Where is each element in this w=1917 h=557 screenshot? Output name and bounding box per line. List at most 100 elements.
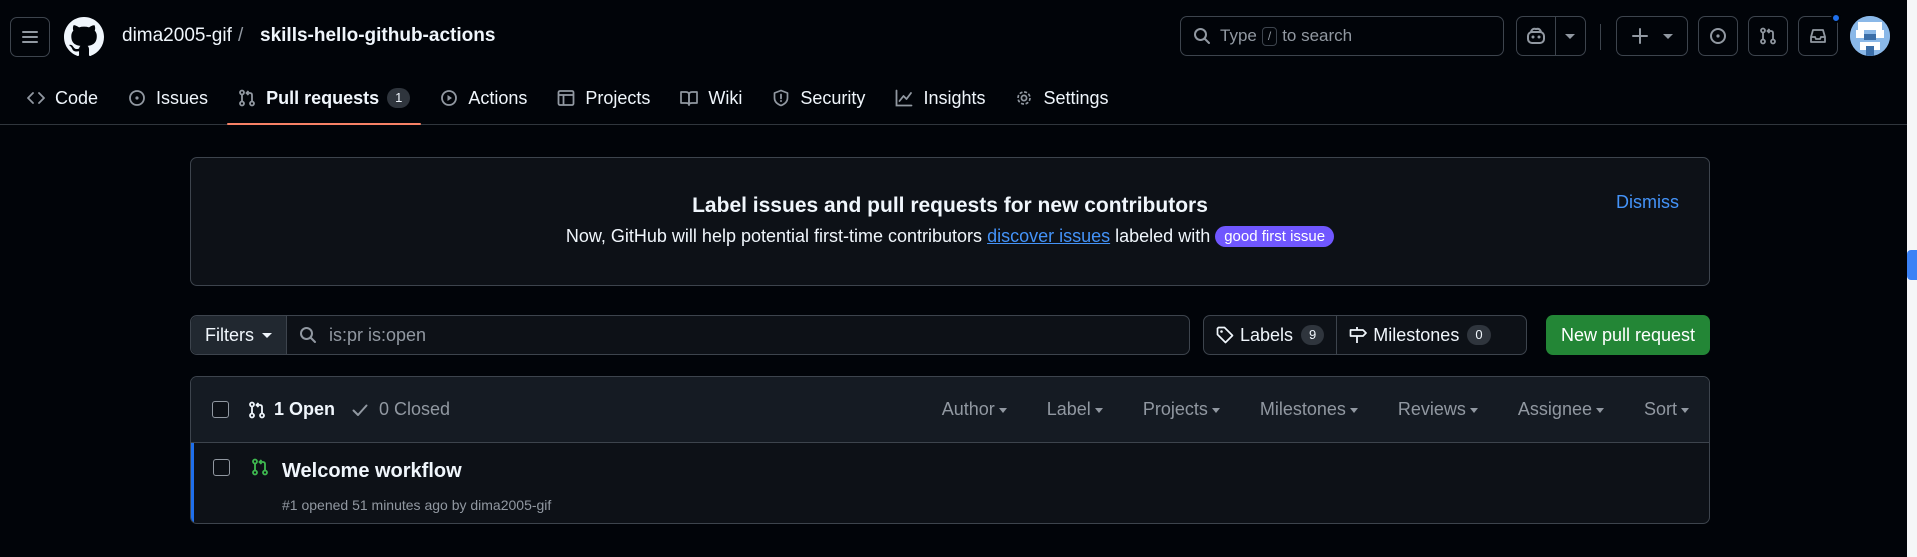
discover-issues-link[interactable]: discover issues: [987, 226, 1110, 246]
tab-label: Insights: [923, 87, 986, 108]
chevron-down-icon: [1094, 407, 1103, 413]
reviews-filter[interactable]: Reviews: [1398, 399, 1478, 420]
pull-requests-counter: 1: [387, 88, 411, 108]
breadcrumb-owner[interactable]: dima2005-gif: [122, 25, 232, 47]
dismiss-button[interactable]: Dismiss: [1616, 192, 1679, 213]
book-icon: [680, 89, 699, 107]
search-icon: [299, 326, 317, 344]
filter-label: Sort: [1643, 399, 1677, 419]
notification-dot: [1831, 13, 1841, 23]
filters-button[interactable]: Filters: [191, 316, 287, 354]
open-label: 1 Open: [274, 399, 336, 419]
filter-label: Milestones: [1259, 399, 1346, 419]
menu-button[interactable]: [10, 17, 50, 57]
inbox-icon: [1809, 27, 1827, 45]
search-suffix: to search: [1282, 26, 1353, 45]
tab-label: Security: [800, 87, 866, 108]
open-filter[interactable]: 1 Open: [248, 399, 335, 420]
pull-request-list: 1 Open 0 Closed Author Label Projects Mi…: [190, 376, 1710, 524]
tab-security[interactable]: Security: [761, 80, 876, 116]
breadcrumb-separator: /: [238, 25, 244, 46]
code-icon: [27, 89, 45, 107]
milestones-count: 0: [1467, 325, 1491, 345]
issue-opened-icon: [128, 89, 146, 107]
tab-wiki[interactable]: Wiki: [669, 80, 753, 116]
issue-opened-icon: [1709, 27, 1727, 45]
chevron-down-icon: [1469, 407, 1478, 413]
good-first-issue-label[interactable]: good first issue: [1215, 226, 1335, 247]
copilot-button[interactable]: [1516, 16, 1586, 56]
banner-title: Label issues and pull requests for new c…: [692, 194, 1208, 217]
author-filter[interactable]: Author: [942, 399, 1007, 420]
chevron-down-icon[interactable]: [1565, 34, 1575, 39]
search-shortcut-key: /: [1261, 26, 1278, 46]
tab-pull-requests[interactable]: Pull requests 1: [227, 80, 422, 125]
label-filter[interactable]: Label: [1047, 399, 1103, 420]
closed-filter[interactable]: 0 Closed: [351, 399, 450, 420]
your-issues-button[interactable]: [1698, 16, 1738, 56]
filter-search-input[interactable]: is:pr is:open: [287, 325, 426, 346]
labels-label: Labels: [1240, 324, 1294, 345]
tab-code[interactable]: Code: [16, 80, 109, 116]
create-new-button[interactable]: [1616, 16, 1688, 56]
search-prefix: Type: [1220, 26, 1257, 45]
plus-icon: [1631, 27, 1649, 45]
hamburger-icon: [21, 29, 39, 45]
chevron-down-icon: [1349, 407, 1358, 413]
banner-text: Now, GitHub will help potential first-ti…: [191, 226, 1709, 247]
tab-actions[interactable]: Actions: [429, 80, 538, 116]
git-pull-request-icon: [238, 89, 256, 107]
sort-filter[interactable]: Sort: [1644, 399, 1689, 420]
pull-request-title[interactable]: Welcome workflow: [282, 460, 462, 483]
app-header: dima2005-gif / skills-hello-github-actio…: [0, 0, 1917, 125]
tab-label: Pull requests: [266, 87, 380, 108]
tab-issues[interactable]: Issues: [117, 80, 219, 116]
closed-label: 0 Closed: [379, 399, 451, 419]
labels-milestones-group: Labels 9 Milestones 0: [1203, 315, 1527, 355]
window-edge-accent: [1907, 250, 1917, 280]
banner-text-after: labeled with: [1115, 226, 1211, 246]
inbox-button[interactable]: [1798, 13, 1841, 56]
tab-insights[interactable]: Insights: [884, 80, 996, 116]
list-header: 1 Open 0 Closed Author Label Projects Mi…: [191, 377, 1709, 443]
labels-count: 9: [1301, 325, 1325, 345]
search-icon: [1193, 27, 1211, 45]
chevron-down-icon: [1663, 33, 1673, 39]
banner-text-before: Now, GitHub will help potential first-ti…: [565, 226, 983, 246]
list-item[interactable]: Welcome workflow #1 opened 51 minutes ag…: [191, 443, 1709, 523]
milestones-filter[interactable]: Milestones: [1260, 399, 1358, 420]
contributors-banner: Label issues and pull requests for new c…: [190, 157, 1710, 286]
breadcrumb-repo[interactable]: skills-hello-github-actions: [260, 25, 495, 47]
git-pull-request-icon: [248, 401, 266, 419]
graph-icon: [895, 89, 913, 107]
filter-query: is:pr is:open: [329, 324, 427, 345]
new-pull-request-button[interactable]: New pull request: [1546, 315, 1710, 355]
filter-label: Author: [941, 399, 995, 419]
tab-label: Code: [55, 87, 99, 108]
tab-settings[interactable]: Settings: [1004, 80, 1119, 116]
gear-icon: [1015, 89, 1033, 107]
tag-icon: [1216, 326, 1234, 344]
filters-label: Filters: [205, 324, 254, 345]
chevron-down-icon: [1595, 407, 1604, 413]
copilot-icon: [1526, 27, 1546, 45]
row-checkbox[interactable]: [213, 459, 230, 476]
filter-label: Reviews: [1397, 399, 1466, 419]
select-all-checkbox[interactable]: [212, 401, 229, 418]
chevron-down-icon: [1211, 407, 1220, 413]
your-pull-requests-button[interactable]: [1748, 16, 1788, 56]
chevron-down-icon: [1681, 407, 1689, 413]
tab-projects[interactable]: Projects: [546, 80, 661, 116]
labels-button[interactable]: Labels 9: [1204, 316, 1336, 354]
avatar[interactable]: [1850, 16, 1890, 56]
filter-label: Projects: [1142, 399, 1208, 419]
assignee-filter[interactable]: Assignee: [1518, 399, 1604, 420]
milestones-button[interactable]: Milestones 0: [1336, 316, 1502, 354]
git-pull-request-open-icon: [251, 458, 269, 476]
search-input[interactable]: Type / to search: [1180, 16, 1504, 56]
tab-label: Settings: [1043, 87, 1109, 108]
tab-label: Actions: [468, 87, 528, 108]
github-logo-icon[interactable]: [64, 17, 104, 57]
projects-filter[interactable]: Projects: [1143, 399, 1220, 420]
table-icon: [557, 89, 575, 107]
